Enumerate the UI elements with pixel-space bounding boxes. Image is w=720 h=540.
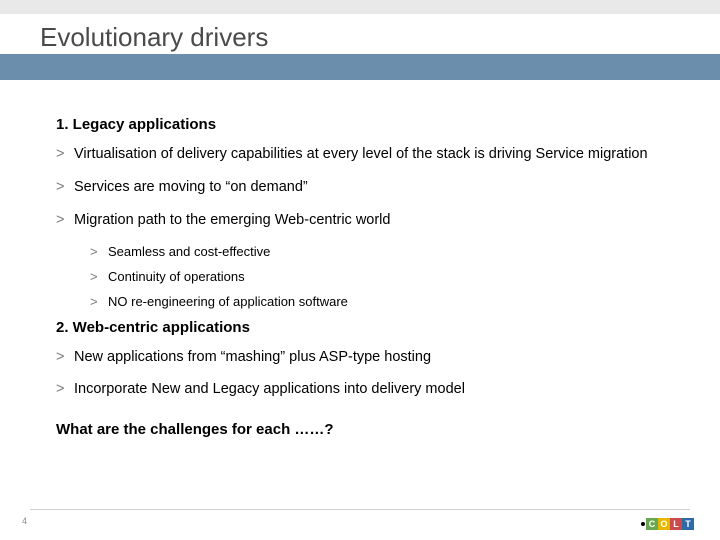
section-heading-1: 1. Legacy applications bbox=[56, 116, 680, 133]
logo-letter: C bbox=[646, 518, 658, 530]
bullet-level2: Seamless and cost-effective bbox=[90, 244, 680, 259]
content-area: 1. Legacy applications Virtualisation of… bbox=[56, 110, 680, 438]
closing-question: What are the challenges for each ……? bbox=[56, 421, 680, 438]
colt-logo: C O L T bbox=[639, 518, 694, 530]
top-band bbox=[0, 0, 720, 14]
slide: Evolutionary drivers 1. Legacy applicati… bbox=[0, 0, 720, 540]
footer-divider bbox=[30, 509, 690, 510]
page-number: 4 bbox=[22, 516, 27, 526]
bullet-level2: NO re-engineering of application softwar… bbox=[90, 294, 680, 309]
bullet-level1: New applications from “mashing” plus ASP… bbox=[56, 348, 680, 367]
bullet-level1: Migration path to the emerging Web-centr… bbox=[56, 211, 680, 230]
logo-dot-icon bbox=[641, 522, 645, 526]
logo-letter: T bbox=[682, 518, 694, 530]
bullet-level1: Services are moving to “on demand” bbox=[56, 178, 680, 197]
bullet-level1: Virtualisation of delivery capabilities … bbox=[56, 145, 680, 164]
bullet-level1: Incorporate New and Legacy applications … bbox=[56, 380, 680, 399]
section-heading-2: 2. Web-centric applications bbox=[56, 319, 680, 336]
slide-title: Evolutionary drivers bbox=[40, 22, 268, 53]
bullet-level2: Continuity of operations bbox=[90, 269, 680, 284]
logo-letter: O bbox=[658, 518, 670, 530]
logo-letter: L bbox=[670, 518, 682, 530]
title-band bbox=[0, 54, 720, 80]
